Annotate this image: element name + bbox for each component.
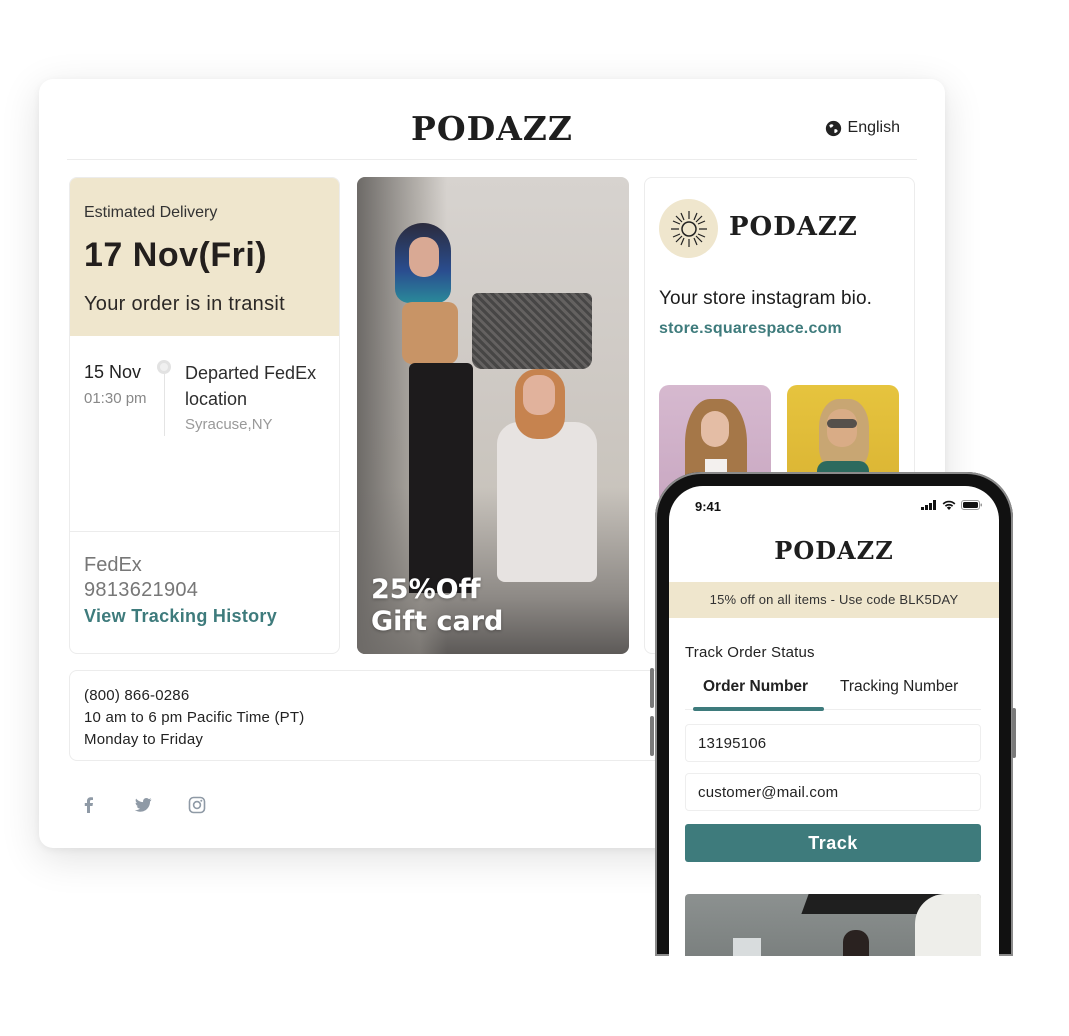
globe-icon [825,120,841,136]
phone-screen: 9:41 PODAZZ 15% off on all items - Use c… [669,486,999,956]
header-divider [67,159,917,160]
instagram-bio: Your store instagram bio. [659,288,873,309]
promo-subtitle: Gift card [371,606,504,637]
phone-mockup: 9:41 PODAZZ 15% off on all items - Use c… [655,472,1013,956]
tab-tracking-number[interactable]: Tracking Number [840,678,958,696]
event-location: Syracuse,NY [185,416,273,433]
promo-banner[interactable]: 25%Off Gift card [357,177,629,654]
phone-brand-logo: PODAZZ [774,536,894,565]
track-button[interactable]: Track [685,824,981,862]
instagram-avatar [659,199,718,258]
instagram-icon[interactable] [187,795,207,815]
phone-power-button [1012,708,1016,758]
tab-order-number[interactable]: Order Number [703,678,808,696]
promo-photo-figure [497,422,597,582]
status-icons [921,500,983,510]
language-label: English [847,119,900,136]
delivery-card: Estimated Delivery 17 Nov(Fri) Your orde… [69,177,340,654]
carrier-name: FedEx [84,554,142,576]
event-date: 15 Nov [84,362,142,382]
timeline-line [164,374,165,436]
promo-photo-figure [409,237,439,277]
photo-detail [915,894,981,956]
event-title: Departed FedEx location [185,363,317,409]
phone-side-button [650,716,654,756]
signal-icon [921,500,936,510]
carrier-info: FedEx 9813621904 View Tracking History [70,532,339,627]
order-status: Your order is in transit [84,293,285,315]
status-time: 9:41 [695,499,722,514]
tracking-number: 9813621904 [84,579,199,601]
language-selector[interactable]: English [825,119,900,137]
tracking-event: 15 Nov 01:30 pm Departed FedEx location … [70,336,339,532]
track-order-title: Track Order Status [685,644,815,661]
promo-photo-figure [402,302,458,364]
instagram-brand: PODAZZ [729,212,858,242]
post-photo-figure [827,409,857,447]
brand-logo: PODAZZ [411,109,573,148]
phone-side-button [650,668,654,708]
promo-photo-figure [523,375,555,415]
estimated-delivery-label: Estimated Delivery [84,204,218,221]
promo-text: 25%Off Gift card [371,574,503,638]
instagram-store-link[interactable]: store.squarespace.com [659,320,842,338]
active-tab-indicator [693,707,824,711]
lookup-tabs: Order Number Tracking Number [685,674,981,711]
facebook-icon[interactable] [79,795,99,815]
estimated-delivery-date: 17 Nov(Fri) [84,236,268,274]
photo-detail [843,930,869,956]
sun-icon [670,210,707,247]
email-input[interactable]: customer@mail.com [685,773,981,811]
promo-discount: 25%Off [371,574,481,605]
timeline-dot [157,360,171,374]
view-tracking-history-link[interactable]: View Tracking History [84,606,325,627]
promo-code-banner: 15% off on all items - Use code BLK5DAY [669,582,999,618]
promo-photo-garment [472,293,592,369]
social-links [79,795,207,815]
post-photo-figure [827,419,857,428]
post-photo-figure [701,411,729,447]
wifi-icon [942,500,956,510]
delivery-summary: Estimated Delivery 17 Nov(Fri) Your orde… [70,178,339,336]
event-time: 01:30 pm [84,390,147,407]
twitter-icon[interactable] [133,795,153,815]
photo-detail [733,938,761,956]
battery-icon [961,500,982,510]
phone-feature-photo [685,894,981,956]
promo-photo-figure [409,363,473,593]
order-number-input[interactable]: 13195106 [685,724,981,762]
